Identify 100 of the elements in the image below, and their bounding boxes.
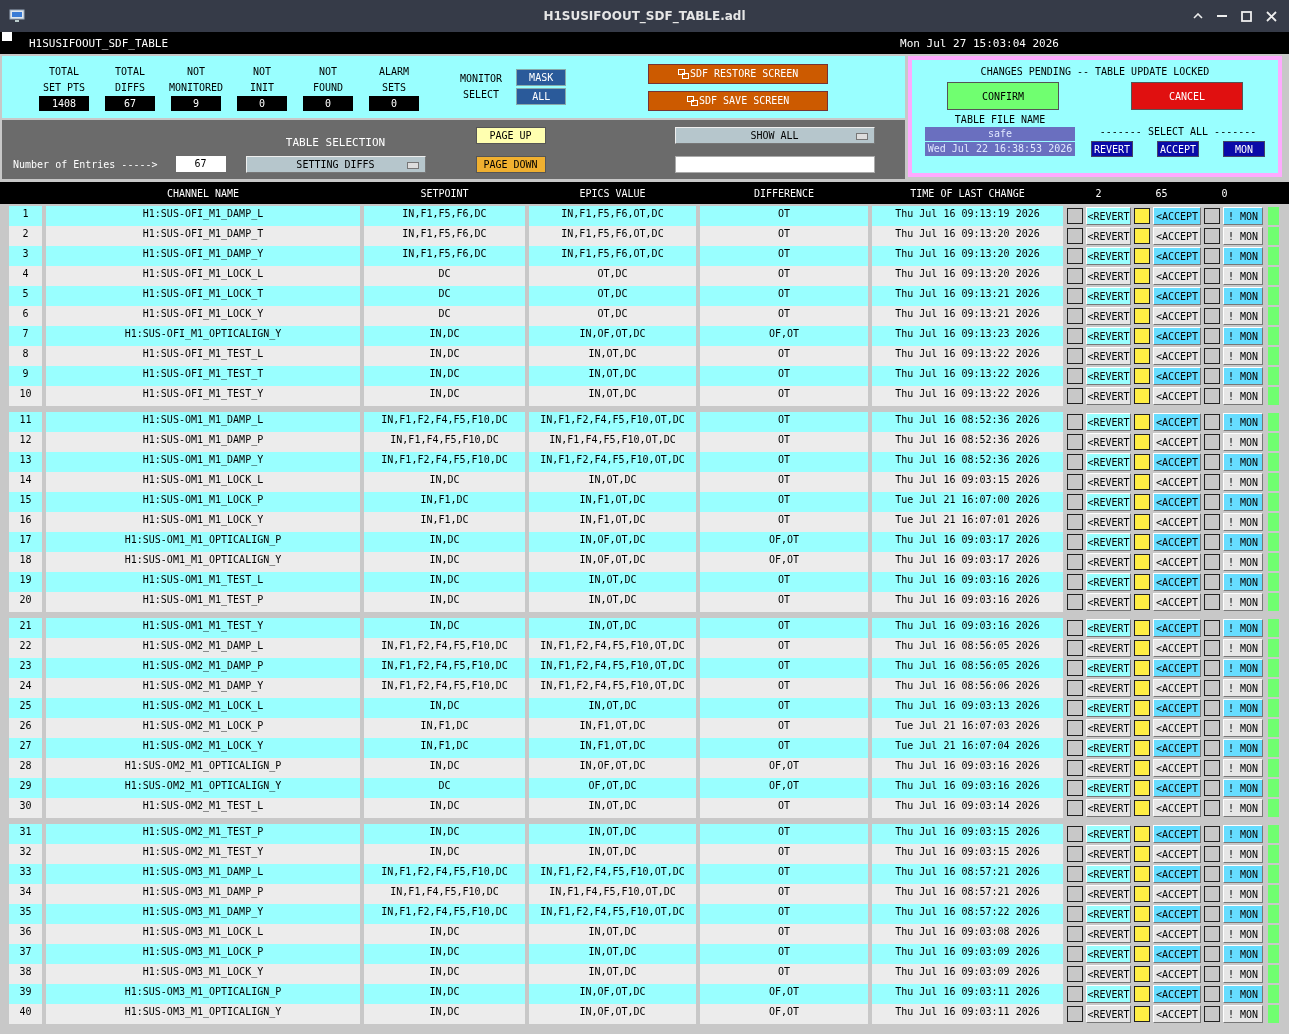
checkbox[interactable] <box>1134 348 1150 364</box>
checkbox[interactable] <box>1134 594 1150 610</box>
confirm-button[interactable]: CONFIRM <box>947 82 1059 110</box>
monitor-button[interactable]: ! MON <box>1223 779 1263 797</box>
checkbox[interactable] <box>1067 966 1083 982</box>
monitor-select-button[interactable]: ALL <box>516 88 567 105</box>
monitor-button[interactable]: ! MON <box>1223 845 1263 863</box>
accept-button[interactable]: <ACCEPT <box>1153 945 1201 963</box>
revert-button[interactable]: <REVERT <box>1086 845 1131 863</box>
checkbox[interactable] <box>1067 288 1083 304</box>
checkbox[interactable] <box>1134 846 1150 862</box>
caret-up-icon[interactable] <box>1193 13 1203 19</box>
monitor-button[interactable]: ! MON <box>1223 307 1263 325</box>
checkbox[interactable] <box>1067 926 1083 942</box>
monitor-button[interactable]: ! MON <box>1223 267 1263 285</box>
checkbox[interactable] <box>1067 740 1083 756</box>
accept-button[interactable]: <ACCEPT <box>1153 825 1201 843</box>
revert-button[interactable]: <REVERT <box>1086 573 1131 591</box>
checkbox[interactable] <box>1134 926 1150 942</box>
checkbox[interactable] <box>1067 760 1083 776</box>
accept-button[interactable]: <ACCEPT <box>1153 327 1201 345</box>
accept-button[interactable]: <ACCEPT <box>1153 799 1201 817</box>
checkbox[interactable] <box>1067 800 1083 816</box>
checkbox[interactable] <box>1204 288 1220 304</box>
checkbox[interactable] <box>1134 248 1150 264</box>
text-field[interactable] <box>674 156 875 173</box>
checkbox[interactable] <box>1204 388 1220 404</box>
revert-button[interactable]: <REVERT <box>1086 453 1131 471</box>
monitor-button[interactable]: ! MON <box>1223 493 1263 511</box>
revert-button[interactable]: <REVERT <box>1086 247 1131 265</box>
monitor-button[interactable]: ! MON <box>1223 659 1263 677</box>
checkbox[interactable] <box>1134 800 1150 816</box>
monitor-button[interactable]: ! MON <box>1223 553 1263 571</box>
revert-button[interactable]: <REVERT <box>1086 619 1131 637</box>
monitor-button[interactable]: ! MON <box>1223 619 1263 637</box>
checkbox[interactable] <box>1204 514 1220 530</box>
checkbox[interactable] <box>1067 534 1083 550</box>
checkbox[interactable] <box>1134 228 1150 244</box>
revert-button[interactable]: <REVERT <box>1086 905 1131 923</box>
monitor-button[interactable]: ! MON <box>1223 573 1263 591</box>
checkbox[interactable] <box>1204 846 1220 862</box>
monitor-button[interactable]: ! MON <box>1223 679 1263 697</box>
checkbox[interactable] <box>1204 826 1220 842</box>
filter-dropdown[interactable]: SHOW ALL <box>674 127 875 144</box>
checkbox[interactable] <box>1134 534 1150 550</box>
checkbox[interactable] <box>1134 826 1150 842</box>
checkbox[interactable] <box>1067 826 1083 842</box>
checkbox[interactable] <box>1204 966 1220 982</box>
accept-button[interactable]: <ACCEPT <box>1153 699 1201 717</box>
checkbox[interactable] <box>1134 454 1150 470</box>
revert-button[interactable]: <REVERT <box>1086 593 1131 611</box>
accept-button[interactable]: <ACCEPT <box>1153 925 1201 943</box>
screen-button[interactable]: SDF RESTORE SCREEN <box>648 63 829 84</box>
monitor-button[interactable]: ! MON <box>1223 413 1263 431</box>
accept-button[interactable]: <ACCEPT <box>1153 307 1201 325</box>
checkbox[interactable] <box>1204 926 1220 942</box>
checkbox[interactable] <box>1134 740 1150 756</box>
checkbox[interactable] <box>1067 886 1083 902</box>
monitor-button[interactable]: ! MON <box>1223 387 1263 405</box>
checkbox[interactable] <box>1067 574 1083 590</box>
checkbox[interactable] <box>1204 574 1220 590</box>
monitor-button[interactable]: ! MON <box>1223 327 1263 345</box>
accept-button[interactable]: <ACCEPT <box>1153 865 1201 883</box>
checkbox[interactable] <box>1067 208 1083 224</box>
accept-button[interactable]: <ACCEPT <box>1153 965 1201 983</box>
close-icon[interactable] <box>1266 10 1277 22</box>
checkbox[interactable] <box>1204 906 1220 922</box>
accept-button[interactable]: <ACCEPT <box>1153 779 1201 797</box>
checkbox[interactable] <box>1067 228 1083 244</box>
accept-button[interactable]: <ACCEPT <box>1153 287 1201 305</box>
accept-button[interactable]: <ACCEPT <box>1153 347 1201 365</box>
checkbox[interactable] <box>1067 906 1083 922</box>
checkbox[interactable] <box>1204 308 1220 324</box>
checkbox[interactable] <box>1067 414 1083 430</box>
checkbox[interactable] <box>1134 328 1150 344</box>
monitor-button[interactable]: ! MON <box>1223 945 1263 963</box>
revert-button[interactable]: <REVERT <box>1086 307 1131 325</box>
checkbox[interactable] <box>1204 594 1220 610</box>
checkbox[interactable] <box>1204 1006 1220 1022</box>
revert-button[interactable]: <REVERT <box>1086 367 1131 385</box>
accept-button[interactable]: <ACCEPT <box>1153 659 1201 677</box>
revert-button[interactable]: <REVERT <box>1086 433 1131 451</box>
monitor-button[interactable]: ! MON <box>1223 965 1263 983</box>
monitor-button[interactable]: ! MON <box>1223 227 1263 245</box>
checkbox[interactable] <box>1134 986 1150 1002</box>
revert-button[interactable]: <REVERT <box>1086 659 1131 677</box>
checkbox[interactable] <box>1067 434 1083 450</box>
select-all-button[interactable]: REVERT <box>1091 141 1133 157</box>
monitor-button[interactable]: ! MON <box>1223 207 1263 225</box>
checkbox[interactable] <box>1067 680 1083 696</box>
revert-button[interactable]: <REVERT <box>1086 473 1131 491</box>
monitor-button[interactable]: ! MON <box>1223 513 1263 531</box>
revert-button[interactable]: <REVERT <box>1086 513 1131 531</box>
revert-button[interactable]: <REVERT <box>1086 553 1131 571</box>
checkbox[interactable] <box>1204 268 1220 284</box>
checkbox[interactable] <box>1134 434 1150 450</box>
checkbox[interactable] <box>1067 454 1083 470</box>
checkbox[interactable] <box>1204 208 1220 224</box>
accept-button[interactable]: <ACCEPT <box>1153 619 1201 637</box>
revert-button[interactable]: <REVERT <box>1086 739 1131 757</box>
